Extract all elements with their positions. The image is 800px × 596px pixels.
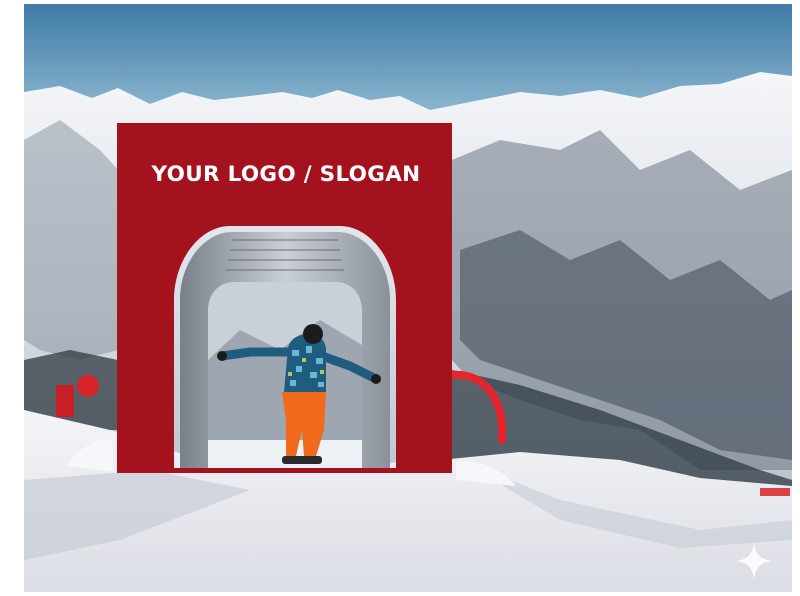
red-marker-post <box>56 385 74 417</box>
snowboarder-left-arm <box>217 347 297 361</box>
snowboarder-helmet <box>303 324 323 344</box>
rock-face-left <box>24 120 118 360</box>
snowboard <box>282 456 322 464</box>
ski-slope-scene <box>0 0 800 596</box>
red-marker-ball <box>77 375 99 397</box>
banner-slogan: YOUR LOGO / SLOGAN <box>151 162 421 187</box>
